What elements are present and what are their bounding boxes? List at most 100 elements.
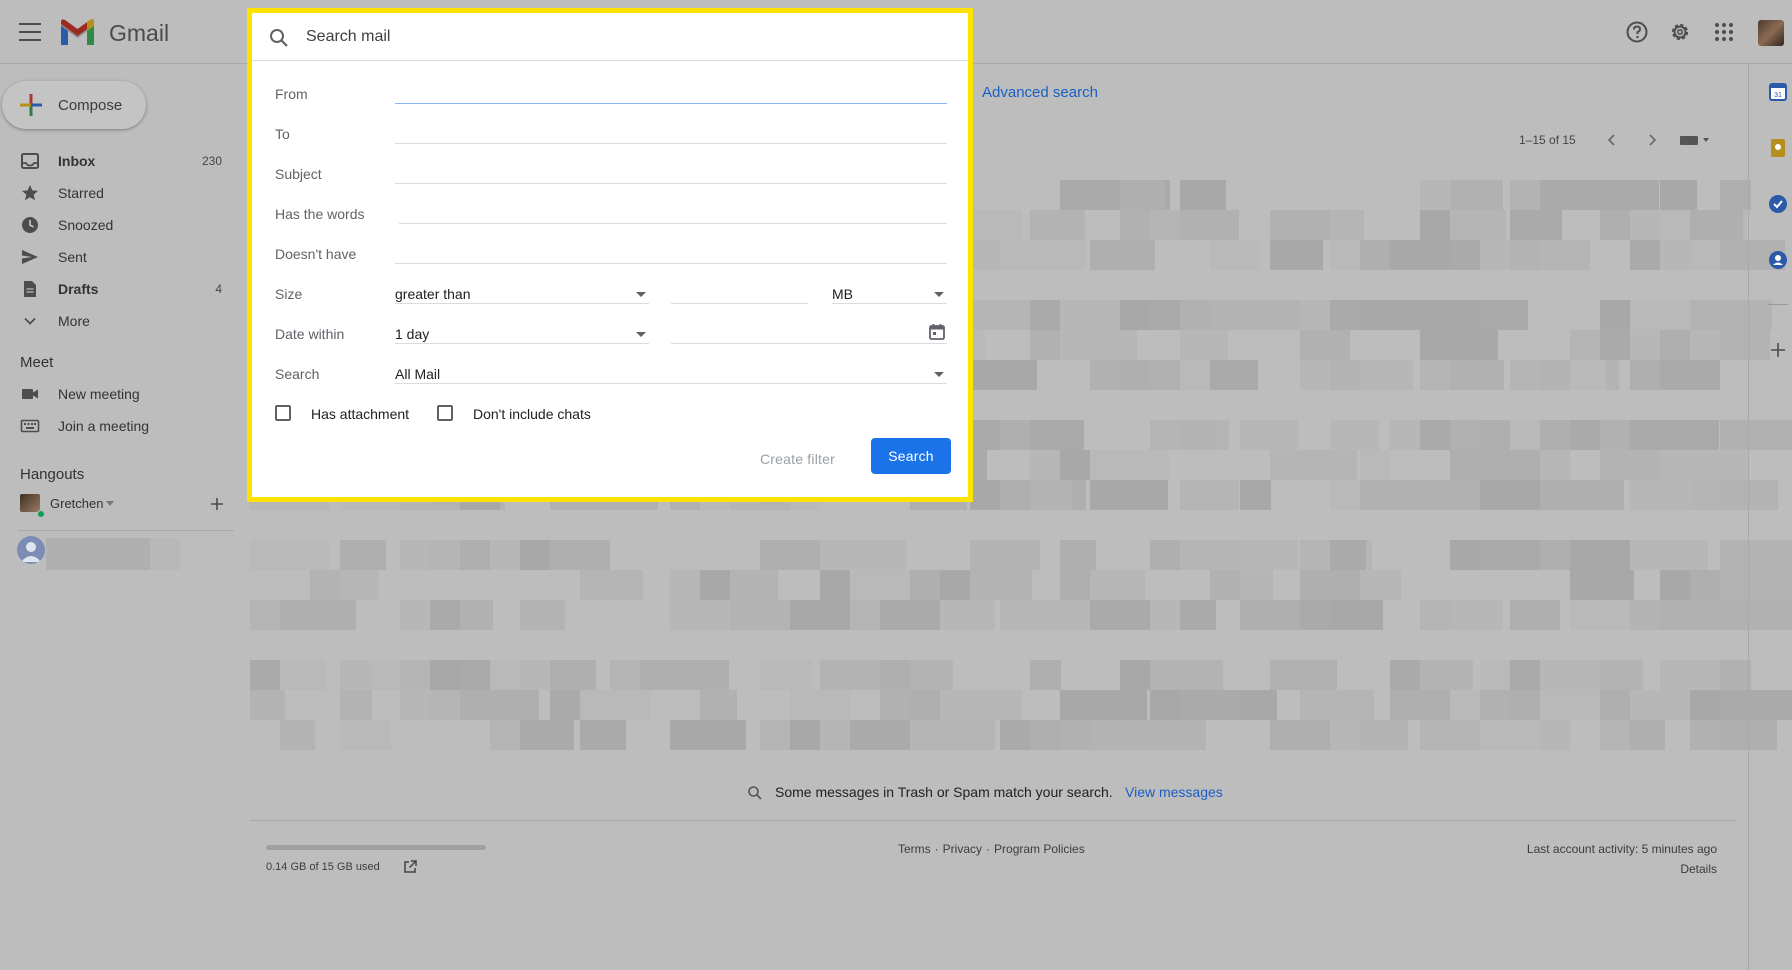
open-in-new-icon[interactable] [402,859,418,875]
size-operator-underline [395,303,649,304]
search-icon[interactable] [268,27,290,49]
pagination-label: 1–15 of 15 [1519,133,1576,147]
redacted-pixel [1210,360,1258,390]
account-avatar[interactable] [1758,20,1784,46]
doesnt-have-input[interactable] [395,263,947,264]
redacted-pixel [850,600,881,630]
redacted-pixel [1600,570,1634,600]
sidebar-item-drafts[interactable]: Drafts 4 [0,273,240,305]
has-attachment-checkbox[interactable] [275,405,291,421]
redacted-pixel [970,210,1022,240]
redacted-pixel [1120,180,1165,210]
create-filter-button[interactable]: Create filter [760,451,835,467]
size-operator-value: greater than [395,286,471,302]
star-icon [22,185,38,201]
redacted-pixel [550,540,610,570]
help-icon[interactable] [1623,18,1651,46]
unread-count: 230 [201,154,222,168]
contacts-icon[interactable] [1768,250,1788,270]
size-value-input[interactable] [671,303,808,304]
sidebar-item-starred[interactable]: Starred [0,177,240,209]
redacted-pixel [1090,690,1147,720]
has-attachment-label[interactable]: Has attachment [311,406,409,422]
search-button[interactable]: Search [871,438,951,474]
join-meeting-item[interactable]: Join a meeting [0,410,240,442]
redacted-pixel [340,690,372,720]
calendar-icon[interactable] [928,323,946,341]
chevron-left-icon[interactable] [1604,132,1620,148]
hangouts-user[interactable]: Gretchen [20,494,240,518]
storage-usage-bar [266,845,486,850]
sidebar-item-snoozed[interactable]: Snoozed [0,209,240,241]
search-scope-label: Search [275,366,320,382]
redacted-pixel [1300,330,1350,360]
redacted-pixel [1330,690,1364,720]
add-icon[interactable] [210,497,224,511]
meet-section-title: Meet [20,354,54,371]
sidebar-item-inbox[interactable]: Inbox 230 [0,145,240,177]
apps-icon[interactable] [1710,18,1738,46]
input-tools-icon[interactable] [1678,132,1712,148]
redacted-pixel [1240,690,1277,720]
redacted-pixel [1720,600,1792,630]
person-icon [17,536,45,564]
has-words-input[interactable] [399,223,947,224]
redacted-pixel [1300,660,1337,690]
advanced-search-link[interactable]: Advanced search [982,84,1098,101]
search-input[interactable]: Search mail [306,28,390,46]
redacted-pixel [1720,330,1770,360]
search-bar[interactable]: Search mail [252,13,968,61]
compose-button[interactable]: Compose [2,81,146,129]
doesnt-have-label: Doesn't have [275,246,357,262]
redacted-pixel [1420,660,1473,690]
redacted-pixel [1540,480,1624,510]
from-input[interactable] [395,103,947,104]
tasks-icon[interactable] [1768,194,1788,214]
chevron-right-icon[interactable] [1644,132,1660,148]
to-input[interactable] [395,143,947,144]
privacy-link[interactable]: Privacy [943,842,982,856]
terms-link[interactable]: Terms [898,842,931,856]
caret-down-icon[interactable] [106,501,114,507]
redacted-pixel [280,660,326,690]
clock-icon [22,217,38,233]
dont-include-chats-checkbox[interactable] [437,405,453,421]
plus-icon [20,94,42,116]
redacted-pixel [1540,720,1570,750]
date-input[interactable] [671,343,947,344]
program-policies-link[interactable]: Program Policies [994,842,1085,856]
dropdown-caret-icon [636,332,646,337]
redacted-pixel [340,570,377,600]
redacted-pixel [1570,600,1631,630]
redacted-pixel [970,480,1003,510]
redacted-pixel [250,540,329,570]
view-messages-link[interactable]: View messages [1125,784,1223,800]
details-link[interactable]: Details [1680,862,1717,876]
add-addon-icon[interactable] [1768,340,1788,360]
redacted-pixel [1420,330,1498,360]
gmail-logo[interactable] [59,18,96,46]
hangouts-avatar [20,494,40,512]
redacted-pixel [1090,570,1145,600]
settings-icon[interactable] [1666,18,1694,46]
keyboard-icon [20,419,40,433]
redacted-pixel [1240,540,1298,570]
date-within-underline [395,343,649,344]
sidebar-item-sent[interactable]: Sent [0,241,240,273]
redacted-pixel [760,660,812,690]
meet-item-label: New meeting [58,386,140,402]
calendar-icon[interactable]: 31 [1768,82,1788,102]
redacted-pixel [1180,480,1239,510]
app-name: Gmail [109,20,170,46]
keep-icon[interactable] [1768,138,1788,158]
menu-icon[interactable] [16,20,44,44]
size-unit-underline [832,303,947,304]
redacted-pixel [1510,210,1562,240]
storage-usage-text: 0.14 GB of 15 GB used [266,861,380,873]
subject-input[interactable] [395,183,947,184]
dont-include-chats-label[interactable]: Don't include chats [473,406,591,422]
sidebar-item-more[interactable]: More [0,305,240,337]
redacted-pixel [1630,480,1692,510]
new-meeting-item[interactable]: New meeting [0,378,240,410]
redacted-pixel [910,720,995,750]
